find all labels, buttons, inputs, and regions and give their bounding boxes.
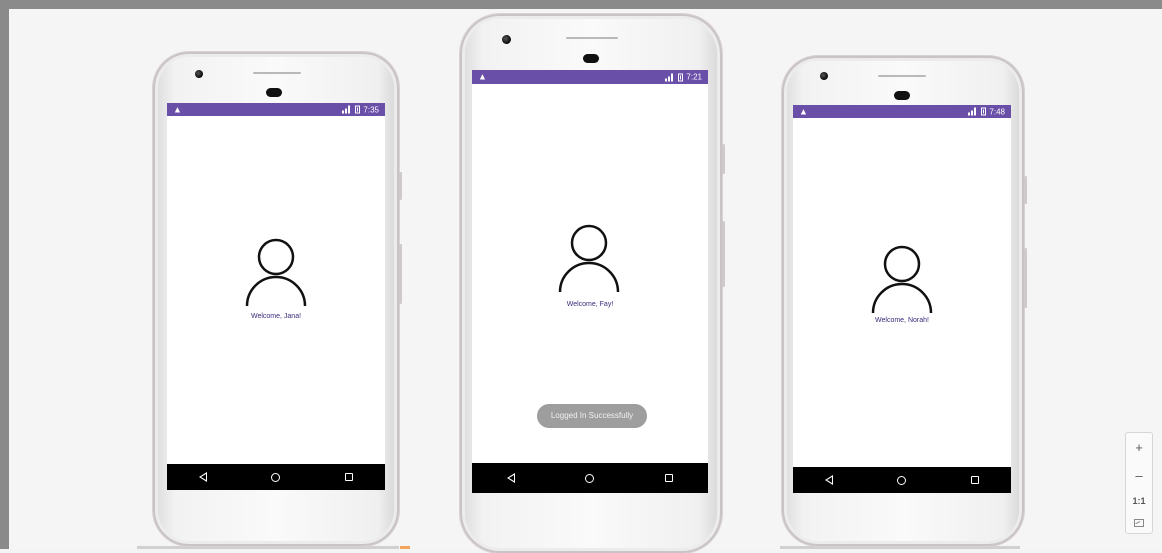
- zoom-out-button[interactable]: –: [1135, 468, 1142, 483]
- zoom-in-button[interactable]: +: [1135, 440, 1143, 455]
- user-avatar-icon: [871, 245, 933, 313]
- device-frame-center: ▲ 7:21 Welcome, Fay! Logged In Successfu…: [460, 14, 725, 553]
- device-frame-left: ▲ 7:35 Welcome, Jana!: [153, 52, 402, 546]
- battery-icon: [678, 73, 684, 81]
- speaker-grille: [253, 72, 301, 74]
- status-time: 7:21: [686, 72, 702, 82]
- volume-button: [722, 221, 725, 287]
- screen: ▲ 7:21 Welcome, Fay! Logged In Successfu…: [472, 70, 708, 493]
- speaker-grille: [566, 37, 618, 39]
- recents-square-icon[interactable]: [664, 474, 673, 482]
- navigation-bar: [167, 464, 385, 490]
- screen: ▲ 7:35 Welcome, Jana!: [167, 103, 385, 490]
- status-bar: ▲ 7:35: [167, 103, 385, 116]
- welcome-text: Welcome, Norah!: [875, 317, 929, 324]
- volume-button: [1024, 248, 1027, 308]
- signal-icon: [968, 107, 978, 116]
- earpiece: [266, 88, 282, 97]
- signal-icon: [342, 105, 352, 114]
- actual-size-button[interactable]: 1:1: [1132, 496, 1145, 506]
- warning-icon: ▲: [478, 71, 487, 82]
- power-button: [399, 172, 402, 200]
- user-avatar-icon: [245, 238, 307, 306]
- welcome-text: Welcome, Jana!: [250, 313, 302, 320]
- warning-icon: ▲: [173, 104, 182, 114]
- screen: ▲ 7:48 Welcome, Norah!: [793, 105, 1011, 493]
- front-camera: [820, 72, 828, 80]
- back-triangle-icon[interactable]: [199, 472, 208, 482]
- status-bar: ▲ 7:48: [793, 105, 1011, 118]
- earpiece: [583, 54, 599, 63]
- recents-square-icon[interactable]: [970, 476, 979, 484]
- earpiece: [894, 91, 910, 100]
- speaker-grille: [878, 75, 926, 77]
- home-circle-icon[interactable]: [585, 473, 595, 483]
- power-button: [1024, 176, 1027, 204]
- battery-icon: [981, 107, 987, 116]
- recents-square-icon[interactable]: [344, 473, 353, 481]
- front-camera: [195, 70, 203, 78]
- back-triangle-icon[interactable]: [507, 473, 516, 483]
- front-camera: [502, 35, 511, 44]
- home-circle-icon[interactable]: [897, 475, 907, 485]
- device-frame-right: ▲ 7:48 Welcome, Norah!: [782, 56, 1027, 546]
- user-avatar-icon: [558, 224, 620, 292]
- power-button: [722, 144, 725, 174]
- battery-icon: [355, 105, 361, 114]
- status-bar: ▲ 7:21: [472, 70, 708, 84]
- fit-screen-icon[interactable]: [1134, 518, 1144, 527]
- zoom-controls: + – 1:1: [1125, 432, 1153, 534]
- welcome-text: Welcome, Fay!: [566, 301, 614, 308]
- toast-message: Logged In Successfully: [537, 404, 647, 428]
- status-time: 7:35: [363, 105, 379, 114]
- signal-icon: [665, 73, 675, 81]
- back-triangle-icon[interactable]: [825, 475, 834, 485]
- volume-button: [399, 244, 402, 304]
- status-time: 7:48: [989, 107, 1005, 116]
- home-circle-icon[interactable]: [271, 472, 281, 482]
- navigation-bar: [472, 463, 708, 493]
- navigation-bar: [793, 467, 1011, 493]
- warning-icon: ▲: [799, 106, 808, 116]
